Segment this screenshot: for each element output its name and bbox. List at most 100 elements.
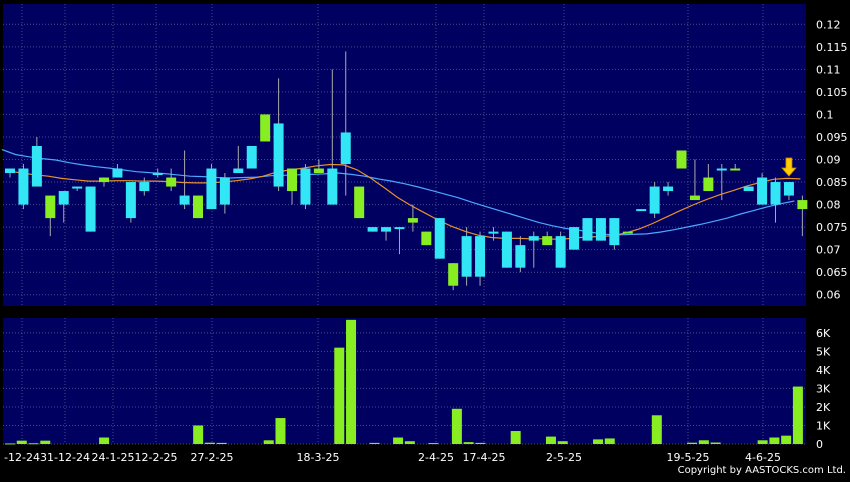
volume-bar — [781, 435, 792, 444]
candle-body — [287, 168, 298, 192]
candle — [125, 182, 136, 223]
candle-body — [139, 182, 150, 192]
volume-y-axis-labels: 0 1K 2K 3K 4K 5K 6K — [816, 327, 831, 451]
candle-body — [689, 195, 700, 201]
candle-body — [313, 168, 324, 174]
price-y-tick-label: 0.06 — [816, 289, 841, 302]
volume-bar — [557, 441, 568, 444]
candle-body — [193, 195, 204, 219]
volume-bar — [698, 440, 709, 444]
volume-y-tick-label: 5K — [816, 345, 831, 358]
candle-body — [515, 245, 526, 268]
candle-body — [246, 145, 257, 169]
volume-bar — [792, 386, 803, 444]
candle-body — [528, 236, 539, 241]
candle-body — [636, 209, 647, 212]
candle — [193, 195, 204, 219]
price-y-tick-label: 0.115 — [816, 41, 848, 54]
volume-bar — [5, 443, 15, 445]
volume-y-tick-label: 6K — [816, 327, 831, 340]
candle-body — [582, 218, 593, 241]
candle-body — [421, 231, 432, 246]
candle — [757, 173, 768, 205]
candle-body — [58, 191, 69, 205]
price-y-tick-label: 0.085 — [816, 176, 848, 189]
x-tick-label: 2-4-25 — [418, 451, 454, 464]
volume-bar — [216, 442, 227, 444]
volume-bar — [193, 425, 204, 444]
candle-body — [716, 168, 727, 171]
candle-body — [125, 182, 136, 219]
volume-bar — [346, 319, 357, 444]
price-y-tick-label: 0.105 — [816, 86, 848, 99]
price-y-tick-label: 0.08 — [816, 199, 841, 212]
candle-body — [72, 186, 83, 189]
candle — [609, 218, 620, 250]
volume-bar — [369, 442, 380, 444]
price-y-axis-labels: 0.06 0.065 0.07 0.075 0.08 0.085 0.09 0.095 0.10… — [816, 18, 848, 301]
volume-bar — [593, 439, 603, 444]
candle-body — [542, 236, 553, 246]
candle-body — [327, 168, 338, 205]
volume-bar — [463, 442, 474, 444]
candle-body — [622, 231, 633, 234]
candle-body — [273, 123, 284, 187]
candle-body — [663, 186, 674, 192]
price-y-tick-label: 0.095 — [816, 131, 848, 144]
volume-bar — [40, 440, 51, 444]
candle-body — [394, 227, 405, 230]
x-tick-label: 31-12-24 — [40, 451, 90, 464]
candle-body — [569, 227, 580, 250]
volume-bar — [275, 418, 286, 444]
price-y-tick-label: 0.09 — [816, 154, 841, 167]
volume-bar — [651, 415, 662, 444]
x-tick-label: 19-5-25 — [667, 451, 710, 464]
candle-body — [595, 218, 606, 241]
volume-bar — [393, 437, 404, 444]
candle-body — [488, 231, 499, 234]
candle — [555, 231, 566, 268]
candle — [246, 145, 257, 169]
volume-y-tick-label: 3K — [816, 382, 831, 395]
candle-body — [260, 114, 271, 142]
candle — [569, 227, 580, 250]
volume-bar — [28, 443, 39, 445]
price-y-tick-label: 0.07 — [816, 244, 841, 257]
candle-body — [85, 186, 96, 232]
candle-body — [797, 200, 808, 210]
x-tick-label: 17-4-25 — [463, 451, 506, 464]
candle — [367, 227, 378, 232]
candle-body — [300, 168, 311, 205]
candle — [300, 164, 311, 210]
price-y-tick-label: 0.065 — [816, 266, 848, 279]
volume-bar — [757, 440, 768, 444]
candle-body — [354, 186, 365, 219]
candle — [649, 182, 660, 219]
volume-y-tick-label: 0 — [816, 438, 823, 451]
volume-y-tick-label: 4K — [816, 364, 831, 377]
stock-chart: 0.06 0.065 0.07 0.075 0.08 0.085 0.09 0.095 0.1 0… — [0, 0, 850, 478]
candle-body — [770, 182, 781, 205]
x-tick-label: 24-1-25 — [92, 451, 135, 464]
candle-body — [179, 195, 190, 205]
price-y-tick-label: 0.075 — [816, 221, 848, 234]
candle — [622, 231, 633, 234]
candle-body — [166, 177, 177, 187]
candle-body — [112, 168, 123, 178]
volume-bar — [428, 443, 439, 445]
volume-bar — [545, 436, 556, 444]
candle-body — [206, 168, 217, 210]
x-tick-label: 2-5-25 — [546, 451, 582, 464]
candle — [636, 209, 647, 212]
volume-bar — [475, 442, 486, 444]
price-y-tick-label: 0.11 — [816, 63, 841, 76]
volume-bar — [16, 440, 27, 444]
candle — [206, 164, 217, 210]
candle-body — [5, 168, 15, 174]
candle-body — [367, 227, 378, 232]
volume-bar — [334, 347, 345, 444]
candle-body — [434, 218, 445, 259]
x-tick-label: 4-6-25 — [745, 451, 781, 464]
candle — [582, 218, 593, 241]
candle-body — [783, 182, 794, 196]
